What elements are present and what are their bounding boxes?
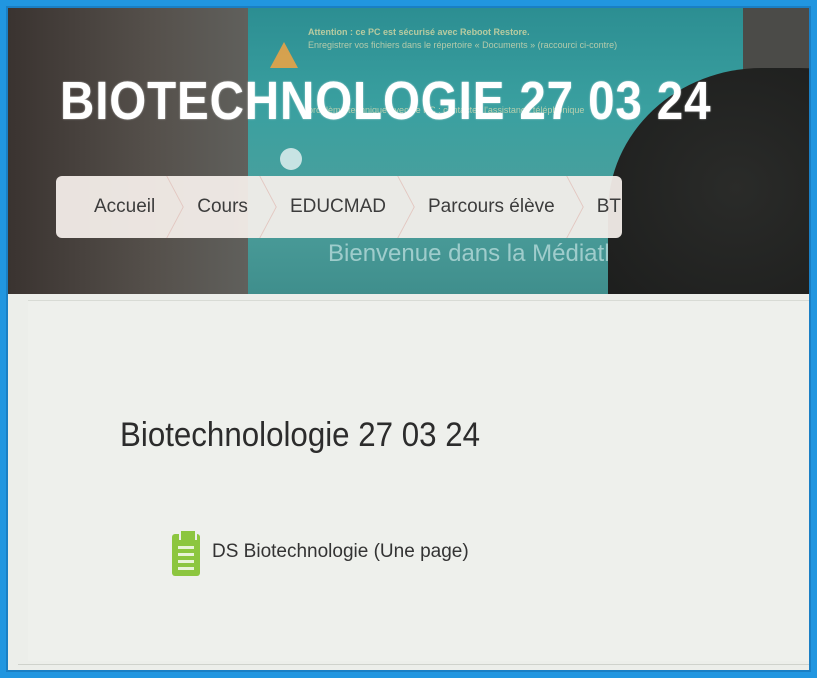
screenshot-frame: Attention : ce PC est sécurisé avec Rebo… [6,6,811,672]
warning-icon [270,42,298,68]
main-content [8,294,809,670]
banner-background-left [8,8,248,296]
header-banner: Attention : ce PC est sécurisé avec Rebo… [8,8,809,296]
section-title: Biotechnolologie 27 03 24 [120,416,481,454]
page-icon [170,526,202,578]
breadcrumb-nav: Accueil Cours EDUCMAD Parcours élève BT [56,176,622,238]
nav-item-bt[interactable]: BT [577,176,643,238]
info-icon [280,148,302,170]
nav-item-parcours-eleve[interactable]: Parcours élève [408,176,585,238]
divider [18,664,809,665]
content-card [28,300,809,661]
activity-item[interactable]: DS Biotechnologie (Une page) [170,526,469,578]
notice-line-2: Enregistrer vos fichiers dans le réperto… [308,40,618,50]
nav-item-educmad[interactable]: EDUCMAD [270,176,417,238]
activity-link[interactable]: DS Biotechnologie (Une page) [212,541,469,563]
site-title[interactable]: BIOTECHNOLOGIE 27 03 24 [60,70,711,132]
nav-item-cours[interactable]: Cours [177,176,278,238]
nav-item-accueil[interactable]: Accueil [56,176,186,238]
notice-line-1: Attention : ce PC est sécurisé avec Rebo… [308,27,530,37]
